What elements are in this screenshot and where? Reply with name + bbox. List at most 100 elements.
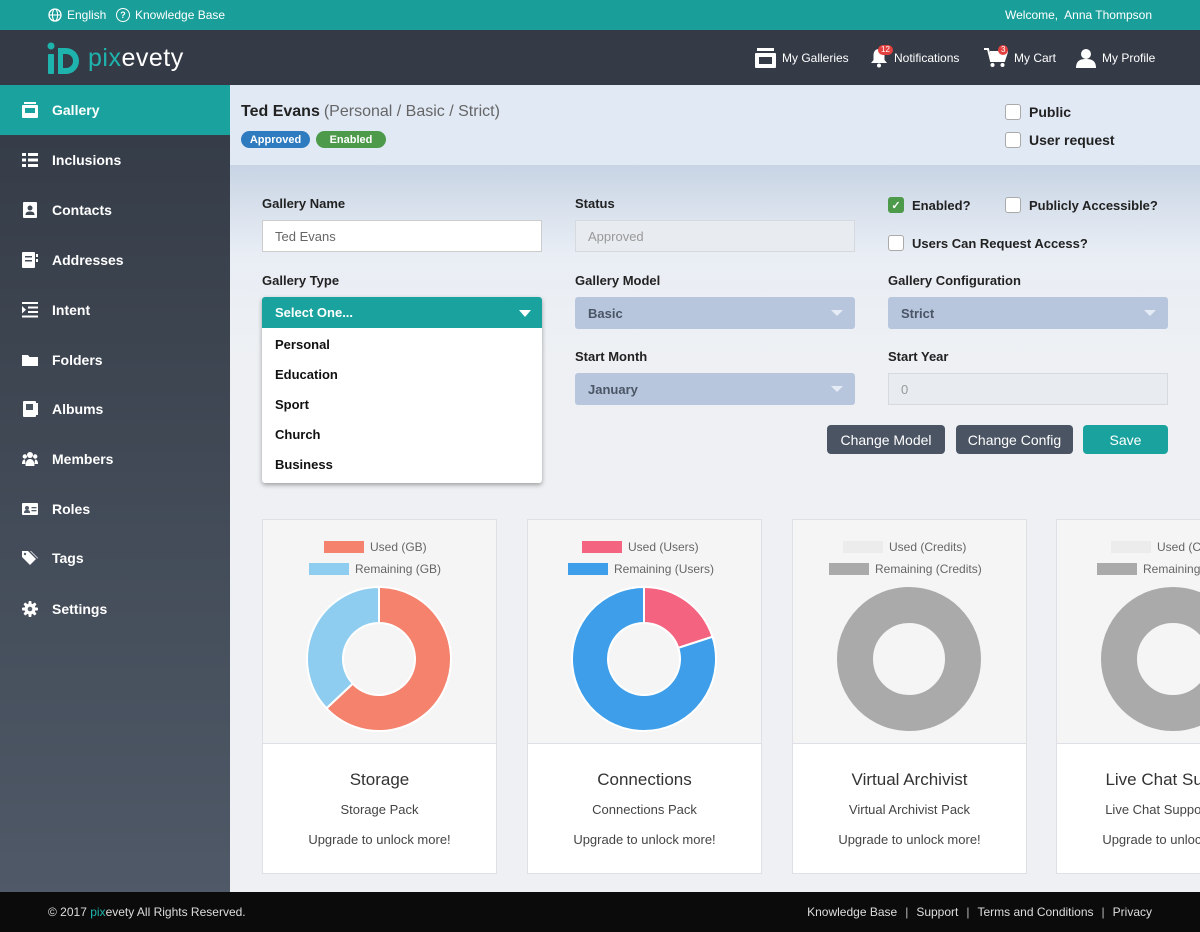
pixevety-logo-icon [47,42,79,74]
my-cart-link[interactable]: 3 My Cart [984,45,1056,68]
legend-swatch [843,541,883,553]
footer-link-terms[interactable]: Terms and Conditions [977,905,1093,919]
globe-icon [48,8,62,22]
user-icon [1076,49,1096,68]
gallery-model-value: Basic [588,305,623,321]
upgrade-text[interactable]: Upgrade to unlock more! [528,832,761,847]
footer: © 2017 pixevety All Rights Reserved. Kno… [0,892,1200,932]
sidebar-item-label: Intent [52,302,91,318]
copyright-post: evety All Rights Reserved. [105,905,246,919]
gallery-config-label: Gallery Configuration [888,273,1021,288]
sidebar-item-intent[interactable]: Intent [0,285,230,335]
change-model-button[interactable]: Change Model [827,425,945,454]
sidebar-item-members[interactable]: Members [0,434,230,484]
legend-remaining: Remaining (Credits) [1097,562,1200,576]
start-month-label: Start Month [575,349,648,364]
sidebar-item-tags[interactable]: Tags [0,533,230,583]
help-icon: ? [116,8,130,22]
gallery-type-select[interactable]: Select One... [262,297,542,328]
chart-area: Used (Credits) Remaining (Credits) [793,520,1026,744]
approved-badge: Approved [241,131,310,148]
legend-swatch [324,541,364,553]
sidebar-item-settings[interactable]: Settings [0,584,230,634]
dropdown-option-church[interactable]: Church [262,419,542,449]
checkbox-box-checked[interactable]: ✓ [888,197,904,213]
knowledge-base-label: Knowledge Base [135,8,226,22]
logo-text: pixevety [88,44,184,73]
save-button[interactable]: Save [1083,425,1168,454]
sidebar-item-label: Addresses [52,252,124,268]
footer-link-knowledge-base[interactable]: Knowledge Base [807,905,897,919]
sidebar-item-gallery[interactable]: Gallery [0,85,230,135]
user-request-checkbox[interactable]: User request [1005,132,1115,148]
gallery-model-select[interactable]: Basic [575,297,855,329]
sidebar-item-folders[interactable]: Folders [0,335,230,385]
welcome-label: Welcome, Anna Thompson [1005,8,1152,22]
start-month-select[interactable]: January [575,373,855,405]
checkbox-box[interactable] [1005,132,1021,148]
dropdown-option-sport[interactable]: Sport [262,389,542,419]
footer-link-support[interactable]: Support [916,905,958,919]
status-label: Status [575,196,615,211]
dropdown-option-education[interactable]: Education [262,359,542,389]
change-config-button[interactable]: Change Config [956,425,1073,454]
legend-remaining: Remaining (Users) [568,562,714,576]
upgrade-text[interactable]: Upgrade to unlock more! [793,832,1026,847]
list-icon [22,153,38,167]
sidebar-item-albums[interactable]: Albums [0,384,230,434]
users-can-request-checkbox[interactable]: Users Can Request Access? [888,235,1088,251]
dropdown-option-personal[interactable]: Personal [262,329,542,359]
my-galleries-label: My Galleries [782,51,849,65]
connections-card: Used (Users) Remaining (Users) Connectio… [527,519,762,874]
my-galleries-link[interactable]: My Galleries [755,48,849,68]
upgrade-text[interactable]: Upgrade to unlock more! [263,832,496,847]
dropdown-options: Personal Education Sport Church Business [262,328,542,483]
checkbox-box[interactable] [1005,104,1021,120]
main-content: Ted Evans (Personal / Basic / Strict) App… [230,85,1200,892]
legend-label: Remaining (Credits) [875,562,982,576]
tags-icon [22,551,38,565]
my-profile-link[interactable]: My Profile [1076,48,1155,68]
indent-icon [22,302,38,318]
chart-area: Used (Users) Remaining (Users) [528,520,761,744]
legend-swatch [1111,541,1151,553]
gallery-config-select[interactable]: Strict [888,297,1168,329]
sidebar-item-inclusions[interactable]: Inclusions [0,135,230,185]
legend-used: Used (GB) [324,540,427,554]
footer-link-privacy[interactable]: Privacy [1113,905,1152,919]
user-request-label: User request [1029,132,1115,148]
galleries-icon [755,48,776,68]
language-selector[interactable]: English [48,8,106,22]
legend-swatch [829,563,869,575]
knowledge-base-link[interactable]: ? Knowledge Base [116,8,225,22]
legend-label: Used (Users) [628,540,699,554]
logo[interactable]: pixevety [46,40,184,76]
gallery-name-input[interactable]: Ted Evans [262,220,542,252]
checkbox-box[interactable] [888,235,904,251]
gallery-form: Gallery Name Ted Evans Status Approved ✓… [230,165,1200,892]
dropdown-option-business[interactable]: Business [262,449,542,479]
notifications-link[interactable]: 12 Notifications [870,45,960,68]
id-card-icon [22,503,38,515]
live-chat-donut-chart [1101,587,1200,731]
welcome-text: Welcome, Anna Thompson [1005,8,1152,22]
sidebar-item-addresses[interactable]: Addresses [0,235,230,285]
enabled-checkbox[interactable]: ✓ Enabled? [888,197,971,213]
publicly-accessible-checkbox[interactable]: Publicly Accessible? [1005,197,1158,213]
owner-name: Ted Evans [241,103,320,120]
sidebar-item-roles[interactable]: Roles [0,484,230,534]
checkbox-box[interactable] [1005,197,1021,213]
gallery-header: Ted Evans (Personal / Basic / Strict) App… [230,85,1200,165]
sidebar-item-contacts[interactable]: Contacts [0,185,230,235]
public-checkbox[interactable]: Public [1005,104,1071,120]
sidebar-item-label: Contacts [52,202,112,218]
owner-subtitle: (Personal / Basic / Strict) [323,103,500,120]
legend-label: Used (GB) [370,540,427,554]
legend-swatch [582,541,622,553]
footer-links: Knowledge Base | Support | Terms and Con… [807,905,1152,919]
gallery-type-dropdown[interactable]: Select One... Personal Education Sport C… [262,297,542,483]
upgrade-text[interactable]: Upgrade to unlock more! [1057,832,1200,847]
card-title: Connections [597,770,692,789]
notifications-label: Notifications [894,51,960,65]
chart-area: Used (GB) Remaining (GB) [263,520,496,744]
